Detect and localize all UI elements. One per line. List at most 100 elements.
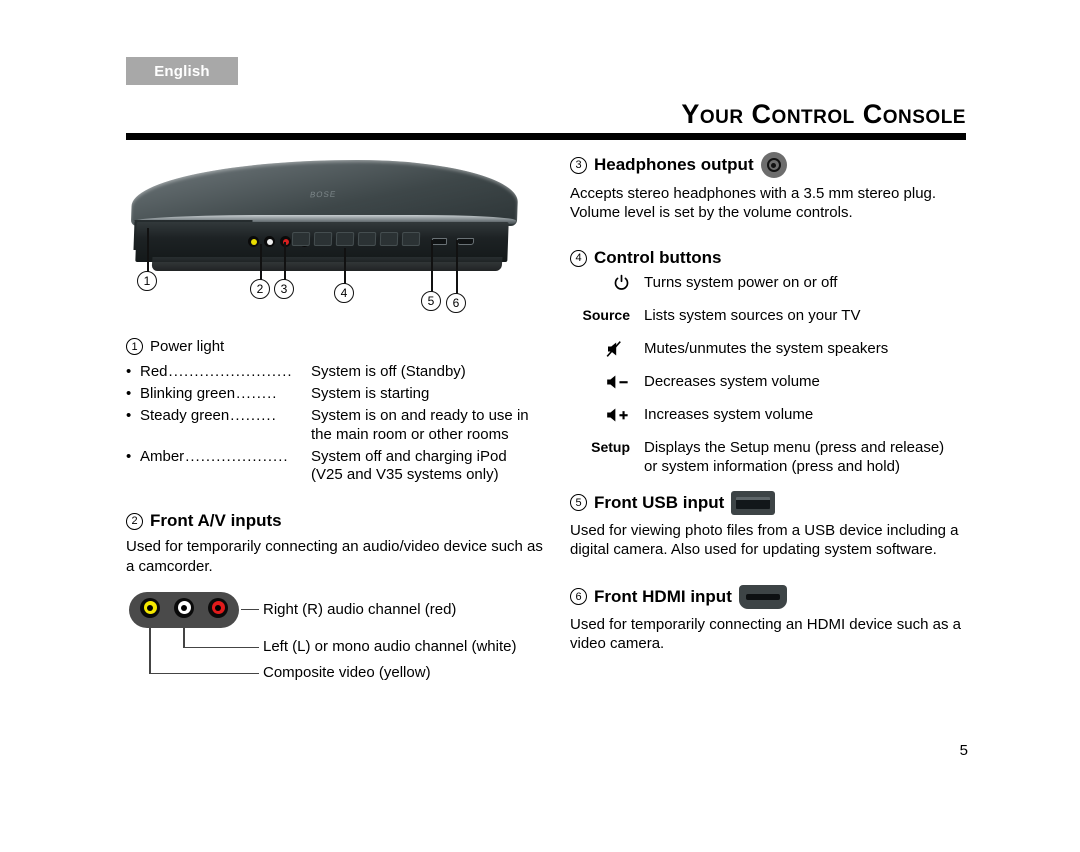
bullet-icon: • — [126, 406, 132, 424]
control-buttons-heading: 4 Control buttons — [570, 248, 970, 268]
item-number: 1 — [126, 338, 143, 355]
table-row: Setup Displays the Setup menu (press and… — [570, 439, 970, 477]
section-hdmi-input: 6 Front HDMI input Used for temporarily … — [570, 584, 970, 653]
item-number: 4 — [570, 249, 587, 267]
power-light-heading: 1 Power light — [126, 338, 546, 355]
section-control-buttons: 4 Control buttons Turns system power on … — [570, 248, 970, 476]
usb-input-description: Used for viewing photo files from a USB … — [570, 521, 959, 558]
callout-line-5 — [431, 240, 433, 292]
control-key-cell — [570, 406, 644, 424]
dot-leader: .................... — [185, 447, 289, 465]
panel-usb-port — [431, 238, 448, 245]
language-tab: English — [126, 57, 238, 85]
rca-jack-left-audio — [174, 597, 194, 618]
callout-line-4 — [344, 248, 346, 284]
usb-input-title: Front USB input — [594, 492, 725, 512]
state-desc: System is starting — [311, 385, 546, 404]
item-number: 5 — [570, 494, 587, 512]
control-desc-cont: or system information (press and hold) — [644, 457, 900, 475]
rca-leader-right — [241, 608, 259, 611]
item-number: 6 — [570, 588, 587, 606]
mute-icon — [606, 341, 621, 358]
power-light-title: Power light — [150, 338, 225, 355]
panel-hdmi-port — [456, 238, 475, 245]
panel-jack-video — [248, 236, 259, 247]
callout-line-1 — [147, 228, 149, 272]
control-desc-cell: Turns system power on or off — [644, 274, 837, 293]
setup-label: Setup — [591, 438, 630, 455]
volume-up-icon — [607, 408, 628, 422]
panel-button — [401, 232, 421, 246]
hdmi-port-icon — [738, 584, 787, 609]
panel-button — [379, 232, 399, 246]
rca-jack-diagram: Right (R) audio channel (red) Left (L) o… — [126, 590, 546, 682]
panel-button-row — [291, 232, 421, 246]
rca-leader-left-v — [183, 627, 185, 648]
control-desc: Displays the Setup menu (press and relea… — [644, 438, 945, 456]
rca-jack-right-audio — [208, 597, 228, 618]
title-divider — [126, 133, 966, 140]
callout-6: 6 — [446, 293, 466, 313]
headphones-title: Headphones output — [594, 155, 754, 174]
state-desc-main: System is on and ready to use in — [311, 406, 529, 424]
list-item: • Amber .................... System off … — [126, 448, 546, 486]
control-desc: Lists system sources on your TV — [644, 307, 861, 325]
rca-label-right: Right (R) audio channel (red) — [263, 600, 457, 618]
bullet-icon: • — [126, 363, 132, 380]
right-column: 3 Headphones output Accepts stereo headp… — [570, 152, 970, 653]
state-desc-cont: (V25 and V35 systems only) — [311, 466, 499, 484]
headphones-heading: 3 Headphones output — [570, 152, 970, 178]
item-number: 2 — [126, 512, 143, 530]
rca-leader-left-h — [183, 646, 259, 649]
callout-3: 3 — [274, 279, 294, 299]
callout-4: 4 — [334, 283, 354, 303]
state-desc: System is off (Standby) — [311, 363, 546, 382]
control-desc-cell: Decreases system volume — [644, 373, 820, 392]
state-label: Steady green — [140, 406, 230, 424]
state-label: Amber — [140, 447, 185, 465]
callout-line-6 — [456, 240, 458, 294]
panel-button — [313, 232, 333, 246]
callout-2: 2 — [250, 279, 270, 299]
state-desc: System is on and ready to use in the mai… — [311, 407, 546, 445]
rca-leader-video-v — [149, 627, 151, 674]
list-item: • Steady green ......... System is on an… — [126, 407, 546, 445]
usb-input-heading: 5 Front USB input — [570, 490, 970, 515]
av-inputs-heading: 2 Front A/V inputs — [126, 511, 546, 531]
state-desc-main: System is starting — [311, 384, 430, 402]
callout-line-3 — [284, 242, 286, 280]
page-title: Your Control Console — [681, 99, 966, 129]
table-row: Source Lists system sources on your TV — [570, 307, 970, 326]
rca-label-left: Left (L) or mono audio channel (white) — [263, 637, 517, 655]
list-item: • Red ........................ System is… — [126, 363, 546, 382]
state-desc-main: System is off (Standby) — [311, 363, 466, 380]
control-desc: Mutes/unmutes the system speakers — [644, 340, 889, 358]
control-desc-cell: Lists system sources on your TV — [644, 307, 860, 326]
panel-button — [357, 232, 377, 246]
manual-page: English Your Control Console BOSE 1 2 3 … — [0, 0, 1080, 852]
bullet-icon: • — [126, 384, 132, 402]
state-label: Red — [140, 363, 168, 380]
control-key-cell: Setup — [570, 439, 644, 455]
section-av-inputs: 2 Front A/V inputs Used for temporarily … — [126, 511, 546, 681]
callout-5: 5 — [421, 291, 441, 311]
source-label: Source — [582, 307, 630, 324]
dot-leader: ......... — [230, 406, 277, 424]
callout-line-2 — [260, 244, 262, 280]
bullet-icon: • — [126, 447, 132, 465]
headphone-jack-icon — [760, 152, 787, 178]
table-row: Turns system power on or off — [570, 274, 970, 293]
state-label: Blinking green — [140, 384, 236, 402]
console-base — [151, 257, 503, 271]
hdmi-input-title: Front HDMI input — [594, 586, 732, 606]
state-desc-cont: the main room or other rooms — [311, 425, 509, 443]
table-row: Decreases system volume — [570, 373, 970, 392]
rca-label-video: Composite video (yellow) — [263, 663, 431, 681]
control-key-cell — [570, 373, 644, 391]
power-light-states: • Red ........................ System is… — [126, 363, 546, 485]
console-body: BOSE — [130, 160, 520, 271]
hdmi-input-heading: 6 Front HDMI input — [570, 584, 970, 609]
headphones-description: Accepts stereo headphones with a 3.5 mm … — [570, 185, 937, 222]
control-buttons-table: Turns system power on or off Source List… — [570, 274, 970, 476]
console-illustration: BOSE 1 2 3 4 5 6 — [126, 152, 526, 324]
